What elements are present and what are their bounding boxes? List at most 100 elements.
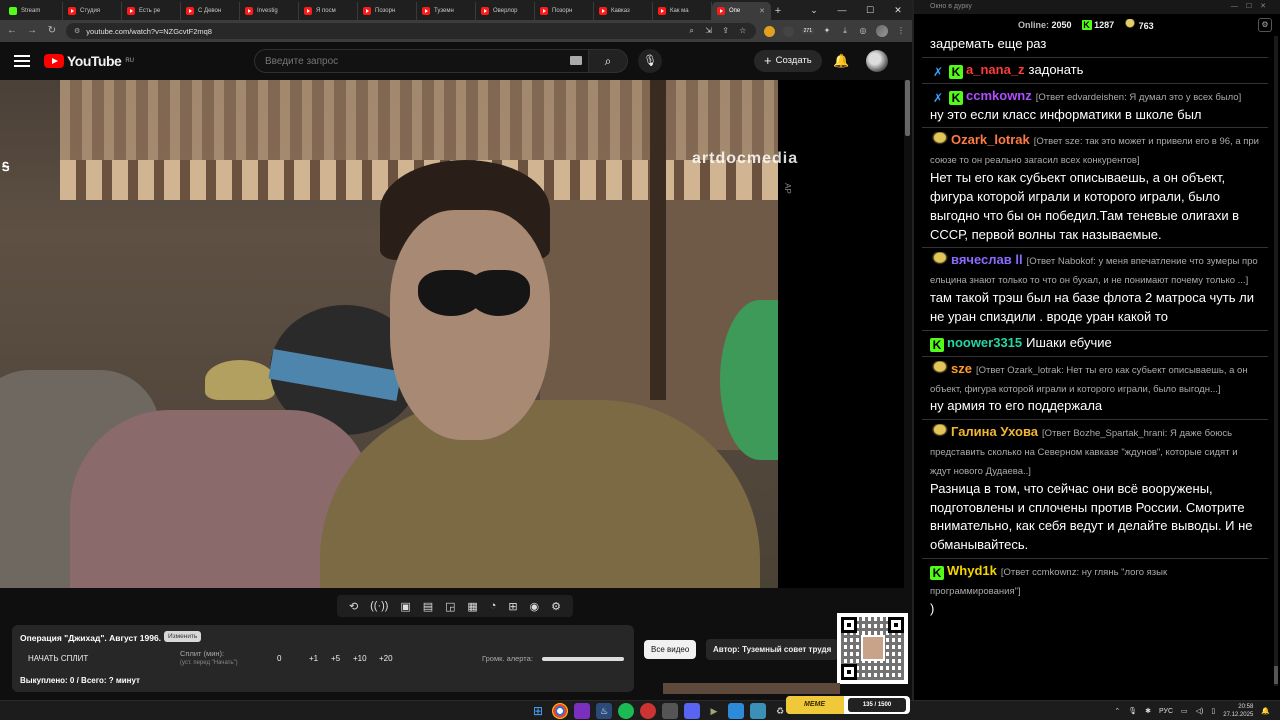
clapper-icon[interactable]: ▤ [423, 600, 433, 613]
network-icon[interactable]: ▭ [1181, 707, 1188, 715]
browser-tab[interactable]: Туземн [417, 2, 476, 20]
minimize-button[interactable]: — [828, 0, 856, 20]
app-icon[interactable] [662, 703, 678, 719]
chat-username[interactable]: Ozark_lotrak [951, 132, 1030, 147]
back-icon[interactable]: ← [6, 25, 18, 37]
chat-settings-icon[interactable]: ⚙ [1258, 18, 1272, 32]
search-button[interactable]: ⌕ [588, 49, 628, 73]
telegram-icon[interactable] [728, 703, 744, 719]
new-tab-button[interactable]: + [771, 2, 785, 20]
settings-gear-icon[interactable]: ⚙ [551, 600, 561, 613]
chat-username[interactable]: вячеслав ll [951, 252, 1023, 267]
increment-button[interactable]: +5 [331, 654, 340, 663]
alert-volume-slider[interactable] [542, 657, 624, 661]
profile-avatar[interactable] [876, 25, 888, 37]
increment-button[interactable]: +20 [379, 654, 393, 663]
spotify-icon[interactable] [618, 703, 634, 719]
add-clip-icon[interactable]: ⊞ [508, 600, 517, 613]
browser-tab[interactable]: Оверлор [476, 2, 535, 20]
app-icon[interactable] [750, 703, 766, 719]
start-split-button[interactable]: НАЧАТЬ СПЛИТ [28, 654, 88, 663]
edit-button[interactable]: Изменить [164, 631, 202, 642]
miniplayer-icon[interactable]: ◲ [445, 600, 455, 613]
chat-username[interactable]: Галина Ухова [951, 424, 1038, 439]
page-scrollbar[interactable] [905, 80, 910, 136]
discord-icon[interactable] [684, 703, 700, 719]
media-player-icon[interactable]: ▶ [706, 703, 722, 719]
chat-scrollbar[interactable] [1274, 36, 1278, 686]
browser-tab[interactable]: Как ма [653, 2, 712, 20]
volume-icon[interactable]: ◁) [1196, 707, 1204, 715]
chat-username[interactable]: noower3315 [947, 335, 1022, 350]
user-avatar[interactable] [866, 50, 888, 72]
loop-icon[interactable]: ⟲ [349, 600, 358, 613]
author-label[interactable]: Автор: Туземный совет трудя [706, 639, 838, 660]
browser-tab[interactable]: Позорн [535, 2, 594, 20]
tab-search-icon[interactable]: ⌄ [800, 0, 828, 20]
chat-username[interactable]: a_nana_z [966, 62, 1025, 77]
notifications-bell-icon[interactable]: 🔔 [833, 53, 849, 69]
address-bar[interactable]: ⚙ youtube.com/watch?v=NZGcvtF2mq8 ⌕ ⇲ ⇪ … [66, 23, 756, 39]
cast-icon[interactable]: ▣ [400, 600, 410, 613]
maximize-button[interactable]: ☐ [856, 0, 884, 20]
broadcast-icon[interactable]: ((·)) [370, 600, 388, 612]
microphone-icon[interactable]: 🎙 [638, 49, 662, 73]
install-icon[interactable]: ⇲ [704, 26, 714, 36]
close-window-button[interactable]: ✕ [884, 0, 912, 20]
site-info-icon[interactable]: ⚙ [74, 27, 80, 35]
keyboard-icon[interactable] [570, 56, 582, 65]
all-videos-button[interactable]: Все видео [644, 640, 697, 659]
notification-bell-icon[interactable]: 🔔 [1261, 707, 1270, 715]
screenshot-camera-icon[interactable]: ◉ [530, 600, 540, 613]
chat-window-controls[interactable]: —☐✕ [1231, 0, 1274, 14]
bookmark-star-icon[interactable]: ☆ [738, 26, 748, 36]
mic-tray-icon[interactable]: 🎙 [1128, 707, 1137, 715]
meme-party-widget[interactable]: MEME PARTY 135 / 1500 [786, 696, 910, 714]
forward-icon[interactable]: → [26, 25, 38, 37]
windows-start-icon[interactable]: ⊞ [530, 703, 546, 719]
tray-chevron-icon[interactable]: ⌃ [1114, 707, 1120, 715]
app-icon[interactable] [574, 703, 590, 719]
youtube-logo[interactable]: YouTube RU [44, 53, 204, 69]
share-icon[interactable]: ⇪ [721, 26, 731, 36]
download-icon[interactable]: ⤓ [840, 26, 850, 36]
menu-kebab-icon[interactable]: ⋮ [896, 26, 906, 36]
extension-icon[interactable] [782, 25, 794, 37]
video-player[interactable]: Ꭶ artdocmedia AP [0, 80, 904, 588]
browser-tab[interactable]: Я посм [299, 2, 358, 20]
browser-tab[interactable]: Опе ✕ [712, 2, 771, 20]
bluetooth-icon[interactable]: ✱ [1145, 707, 1151, 715]
browser-tab[interactable]: Кавказ [594, 2, 653, 20]
chat-username[interactable]: ccmkownz [966, 88, 1032, 103]
chat-username[interactable]: sze [951, 361, 972, 376]
zoom-icon[interactable]: ⌕ [687, 26, 697, 36]
extensions-puzzle-icon[interactable]: ✦ [822, 26, 832, 36]
chat-username[interactable]: Whyd1k [947, 563, 997, 578]
speed-gauge-icon[interactable]: ◔ [490, 600, 497, 612]
browser-tab[interactable]: Студия [63, 2, 122, 20]
menu-hamburger-icon[interactable] [14, 55, 30, 67]
search-input[interactable] [254, 49, 588, 73]
battery-icon[interactable]: ▯ [1211, 707, 1215, 715]
close-tab-icon[interactable]: ✕ [759, 7, 765, 15]
extension-icon[interactable] [763, 25, 775, 37]
app-icon[interactable] [640, 703, 656, 719]
steam-icon[interactable]: ♨ [596, 703, 612, 719]
increment-button[interactable]: +1 [309, 654, 318, 663]
browser-tab[interactable]: Stream [4, 2, 63, 20]
create-button[interactable]: + Создать [754, 50, 822, 72]
reload-icon[interactable]: ↻ [46, 25, 58, 37]
picture-in-picture-icon[interactable]: ▦ [467, 600, 477, 613]
browser-tab[interactable]: Позорн [358, 2, 417, 20]
emote-badge-icon [930, 360, 948, 375]
tab-list: Stream Студия Есть ре С Девон Investig Я посм… [4, 2, 771, 20]
language-indicator[interactable]: РУС [1159, 708, 1173, 715]
browser-tab[interactable]: Investig [240, 2, 299, 20]
increment-button[interactable]: +10 [353, 654, 367, 663]
browser-tab[interactable]: Есть ре [122, 2, 181, 20]
clock[interactable]: 20:58 27.12.2025 [1223, 703, 1253, 719]
profile-sync-icon[interactable]: ◎ [858, 26, 868, 36]
chrome-icon[interactable] [552, 703, 568, 719]
browser-tab[interactable]: С Девон [181, 2, 240, 20]
chat-window-title: Окно в дурку [914, 0, 1280, 14]
